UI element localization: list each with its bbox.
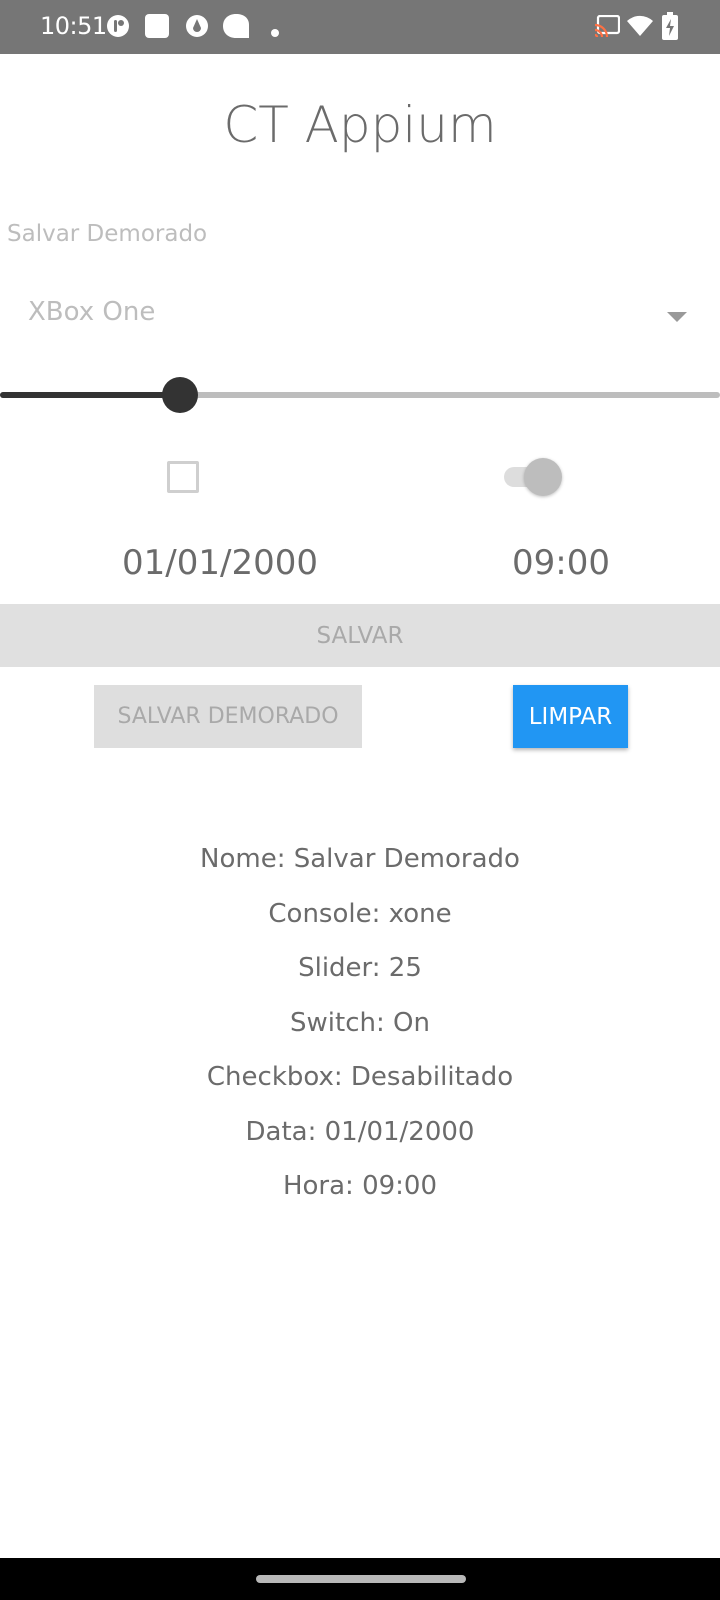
- clear-button[interactable]: LIMPAR: [513, 685, 628, 748]
- result-date: Data: 01/01/2000: [245, 1116, 475, 1147]
- drop-app-icon: [185, 14, 209, 42]
- result-slider: Slider: 25: [298, 953, 422, 983]
- notification-app-icon: [106, 14, 130, 42]
- result-time: Hora: 09:00: [282, 1171, 438, 1201]
- value-slider[interactable]: [0, 370, 720, 420]
- result-name: Nome: Salvar Demorado: [200, 844, 520, 874]
- battery-charging-icon: [662, 12, 678, 44]
- console-selected-value: XBox One: [28, 297, 156, 327]
- result-console: Console: xone: [268, 898, 452, 929]
- time-picker-value[interactable]: 09:00: [512, 543, 610, 583]
- save-delayed-button[interactable]: SALVAR DEMORADO: [94, 685, 362, 748]
- enable-checkbox[interactable]: [167, 461, 199, 493]
- result-checkbox: Checkbox: Desabilitado: [206, 1062, 514, 1092]
- chat-bubble-icon: [223, 14, 249, 42]
- save-button[interactable]: SALVAR: [0, 604, 720, 667]
- home-gesture-handle[interactable]: [256, 1575, 466, 1583]
- app-title: CT Appium: [223, 96, 497, 154]
- switch-thumb: [524, 458, 562, 496]
- date-picker-value[interactable]: 01/01/2000: [122, 543, 318, 583]
- slider-fill: [0, 392, 180, 398]
- dot-icon: [271, 22, 279, 41]
- dropdown-arrow-icon: [667, 309, 687, 328]
- status-bar: 10:51: [0, 0, 720, 54]
- results-list: Nome: Salvar Demorado Console: xone Slid…: [0, 832, 720, 1214]
- wifi-icon: [626, 14, 654, 42]
- square-app-icon: [145, 14, 169, 42]
- toggle-switch[interactable]: [502, 457, 562, 497]
- name-input[interactable]: [7, 214, 687, 254]
- slider-thumb[interactable]: [162, 377, 198, 413]
- navigation-bar: [0, 1558, 720, 1600]
- status-time: 10:51: [40, 12, 107, 40]
- result-switch: Switch: On: [290, 1007, 430, 1038]
- console-dropdown[interactable]: XBox One: [0, 285, 720, 345]
- cast-icon: [594, 14, 621, 41]
